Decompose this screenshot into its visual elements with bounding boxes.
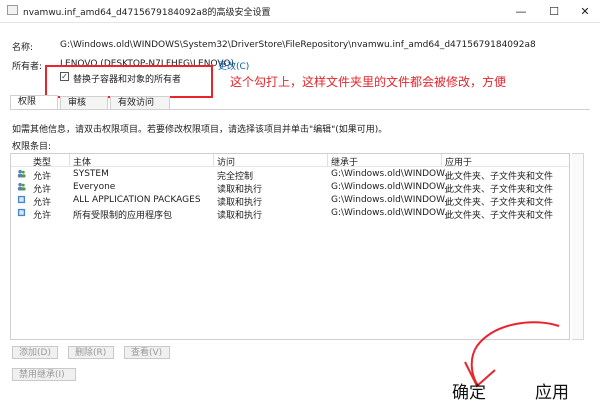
permission-entries-table[interactable]: 类型 主体 访问 继承于 应用于 允许 SYSTEM 完全控制 G:\Windo… bbox=[10, 153, 570, 340]
entry-principal: SYSTEM bbox=[73, 169, 109, 179]
table-row[interactable]: 允许 Everyone 读取和执行 G:\Windows.old\WINDOW.… bbox=[11, 181, 569, 195]
entry-inherited: G:\Windows.old\WINDOW... bbox=[331, 169, 453, 179]
user-group-icon bbox=[17, 169, 26, 178]
package-icon bbox=[17, 195, 26, 204]
annotation-highlight-box bbox=[45, 65, 213, 98]
tab-auditing[interactable]: 审核 bbox=[60, 96, 108, 109]
column-header-principal[interactable]: 主体 bbox=[73, 155, 91, 168]
window-title: nvamwu.inf_amd64_d4715679184092a8的高级安全设置 bbox=[23, 8, 271, 18]
table-row[interactable]: 允许 ALL APPLICATION PACKAGES 读取和执行 G:\Win… bbox=[11, 194, 569, 208]
table-header: 类型 主体 访问 继承于 应用于 bbox=[11, 154, 569, 168]
column-header-access[interactable]: 访问 bbox=[217, 155, 235, 168]
title-bar: nvamwu.inf_amd64_d4715679184092a8的高级安全设置… bbox=[0, 0, 600, 23]
user-group-icon bbox=[17, 182, 26, 191]
ok-button[interactable]: 确定 bbox=[452, 378, 486, 403]
entry-inherited: G:\Windows.old\WINDOW... bbox=[331, 195, 453, 205]
column-separator bbox=[327, 154, 328, 166]
entry-type: 允许 bbox=[33, 211, 52, 221]
entries-label: 权限条目: bbox=[12, 142, 52, 152]
apply-button[interactable]: 应用 bbox=[535, 378, 569, 403]
minimize-button[interactable]: — bbox=[508, 0, 534, 22]
column-separator bbox=[213, 154, 214, 166]
entry-inherited: G:\Windows.old\WINDOW... bbox=[331, 208, 453, 218]
entry-access: 读取和执行 bbox=[217, 211, 263, 221]
close-button[interactable]: ✕ bbox=[572, 0, 598, 22]
column-separator bbox=[441, 154, 442, 166]
add-button[interactable]: 添加(D) bbox=[12, 346, 58, 359]
entry-principal: Everyone bbox=[73, 182, 116, 192]
table-row[interactable]: 允许 SYSTEM 完全控制 G:\Windows.old\WINDOW... … bbox=[11, 168, 569, 182]
column-header-applies[interactable]: 应用于 bbox=[445, 155, 472, 168]
column-separator bbox=[69, 154, 70, 166]
column-header-type[interactable]: 类型 bbox=[33, 155, 51, 168]
tab-permissions[interactable]: 权限 bbox=[10, 95, 58, 110]
annotation-text: 这个勾打上，这样文件夹里的文件都会被修改，方便 bbox=[230, 75, 507, 89]
table-row[interactable]: 允许 所有受限制的应用程序包 读取和执行 G:\Windows.old\WIND… bbox=[11, 207, 569, 221]
entry-principal: ALL APPLICATION PACKAGES bbox=[73, 195, 201, 205]
package-icon bbox=[17, 208, 26, 217]
entry-inherited: G:\Windows.old\WINDOW... bbox=[331, 182, 453, 192]
name-label: 名称: bbox=[12, 43, 34, 53]
entry-principal: 所有受限制的应用程序包 bbox=[73, 211, 173, 221]
remove-button[interactable]: 删除(R) bbox=[68, 346, 114, 359]
owner-label: 所有者: bbox=[12, 62, 43, 72]
window-icon bbox=[7, 5, 18, 15]
disable-inheritance-button[interactable]: 禁用继承(I) bbox=[12, 368, 76, 381]
tab-divider bbox=[10, 109, 590, 110]
instructions-text: 如需其他信息，请双击权限项目。若要修改权限项目，请选择该项目并单击"编辑"(如果… bbox=[12, 125, 388, 135]
maximize-button[interactable]: ☐ bbox=[541, 0, 567, 22]
table-scrollbar[interactable] bbox=[572, 153, 584, 340]
column-header-inherited[interactable]: 继承于 bbox=[331, 155, 358, 168]
tab-effective-access[interactable]: 有效访问 bbox=[110, 96, 170, 109]
change-owner-link[interactable]: 更改(C) bbox=[218, 59, 249, 72]
entry-applies: 此文件夹、子文件夹和文件 bbox=[445, 211, 554, 221]
name-value: G:\Windows.old\WINDOWS\System32\DriverSt… bbox=[60, 40, 536, 50]
view-button[interactable]: 查看(V) bbox=[124, 346, 170, 359]
